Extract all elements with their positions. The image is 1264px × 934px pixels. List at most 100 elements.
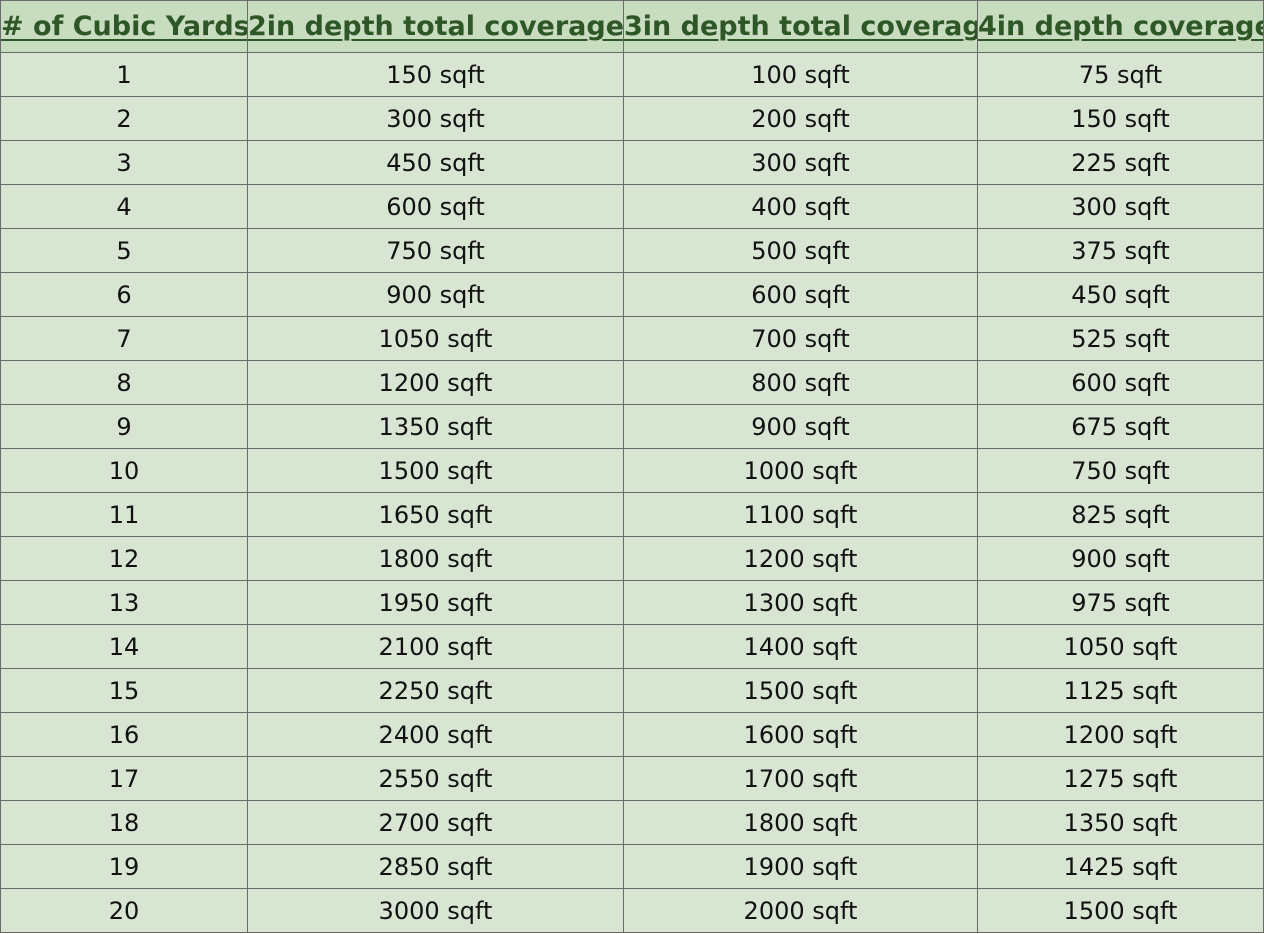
table-row: 17 2550 sqft 1700 sqft 1275 sqft — [0, 756, 1264, 801]
coverage-cell-2in-depth-total-coverage: 2250 sqft — [247, 668, 624, 713]
coverage-cell-4in-depth-coverage: 1275 sqft — [977, 756, 1264, 801]
coverage-cell-3in-depth-total-coverage: 1900 sqft — [623, 844, 978, 889]
coverage-cell-2in-depth-total-coverage: 1950 sqft — [247, 580, 624, 625]
coverage-cell-4in-depth-coverage: 1050 sqft — [977, 624, 1264, 669]
cubic-yards-cell: 5 — [0, 228, 248, 273]
coverage-cell-4in-depth-coverage: 825 sqft — [977, 492, 1264, 537]
cubic-yards-cell: 13 — [0, 580, 248, 625]
cubic-yards-cell: 1 — [0, 52, 248, 97]
coverage-cell-2in-depth-total-coverage: 150 sqft — [247, 52, 624, 97]
cubic-yards-cell: 9 — [0, 404, 248, 449]
coverage-cell-2in-depth-total-coverage: 1200 sqft — [247, 360, 624, 405]
cubic-yards-cell: 19 — [0, 844, 248, 889]
coverage-cell-4in-depth-coverage: 1200 sqft — [977, 712, 1264, 757]
table-row: 2 300 sqft 200 sqft 150 sqft — [0, 96, 1264, 141]
coverage-cell-3in-depth-total-coverage: 2000 sqft — [623, 888, 978, 933]
coverage-cell-4in-depth-coverage: 1425 sqft — [977, 844, 1264, 889]
coverage-cell-4in-depth-coverage: 225 sqft — [977, 140, 1264, 185]
coverage-cell-4in-depth-coverage: 750 sqft — [977, 448, 1264, 493]
table-row: 8 1200 sqft 800 sqft 600 sqft — [0, 360, 1264, 405]
coverage-cell-3in-depth-total-coverage: 800 sqft — [623, 360, 978, 405]
cubic-yards-cell: 18 — [0, 800, 248, 845]
coverage-cell-3in-depth-total-coverage: 200 sqft — [623, 96, 978, 141]
coverage-cell-2in-depth-total-coverage: 1650 sqft — [247, 492, 624, 537]
header-row: # of Cubic Yards 2in depth total coverage… — [0, 0, 1264, 53]
coverage-cell-4in-depth-coverage: 675 sqft — [977, 404, 1264, 449]
table-row: 10 1500 sqft 1000 sqft 750 sqft — [0, 448, 1264, 493]
column-header-2in-depth-total-coverage: 2in depth total coverage — [247, 0, 624, 53]
table-row: 13 1950 sqft 1300 sqft 975 sqft — [0, 580, 1264, 625]
coverage-cell-3in-depth-total-coverage: 100 sqft — [623, 52, 978, 97]
coverage-table: # of Cubic Yards 2in depth total coverage… — [0, 0, 1264, 933]
table-row: 16 2400 sqft 1600 sqft 1200 sqft — [0, 712, 1264, 757]
coverage-cell-3in-depth-total-coverage: 1300 sqft — [623, 580, 978, 625]
coverage-cell-4in-depth-coverage: 525 sqft — [977, 316, 1264, 361]
coverage-cell-4in-depth-coverage: 1125 sqft — [977, 668, 1264, 713]
coverage-cell-4in-depth-coverage: 1350 sqft — [977, 800, 1264, 845]
column-header-4in-depth-coverage: 4in depth coverage — [977, 0, 1264, 53]
coverage-cell-3in-depth-total-coverage: 400 sqft — [623, 184, 978, 229]
cubic-yards-cell: 16 — [0, 712, 248, 757]
cubic-yards-cell: 12 — [0, 536, 248, 581]
table-row: 5 750 sqft 500 sqft 375 sqft — [0, 228, 1264, 273]
coverage-cell-3in-depth-total-coverage: 600 sqft — [623, 272, 978, 317]
coverage-cell-2in-depth-total-coverage: 2850 sqft — [247, 844, 624, 889]
coverage-cell-3in-depth-total-coverage: 1100 sqft — [623, 492, 978, 537]
coverage-cell-4in-depth-coverage: 450 sqft — [977, 272, 1264, 317]
coverage-cell-2in-depth-total-coverage: 1800 sqft — [247, 536, 624, 581]
table-row: 18 2700 sqft 1800 sqft 1350 sqft — [0, 800, 1264, 845]
coverage-cell-4in-depth-coverage: 600 sqft — [977, 360, 1264, 405]
coverage-cell-4in-depth-coverage: 300 sqft — [977, 184, 1264, 229]
table-row: 12 1800 sqft 1200 sqft 900 sqft — [0, 536, 1264, 581]
coverage-cell-2in-depth-total-coverage: 2550 sqft — [247, 756, 624, 801]
table-row: 1 150 sqft 100 sqft 75 sqft — [0, 52, 1264, 97]
coverage-cell-4in-depth-coverage: 75 sqft — [977, 52, 1264, 97]
coverage-cell-4in-depth-coverage: 900 sqft — [977, 536, 1264, 581]
coverage-cell-2in-depth-total-coverage: 2100 sqft — [247, 624, 624, 669]
cubic-yards-cell: 10 — [0, 448, 248, 493]
cubic-yards-cell: 15 — [0, 668, 248, 713]
cubic-yards-cell: 14 — [0, 624, 248, 669]
coverage-cell-3in-depth-total-coverage: 1800 sqft — [623, 800, 978, 845]
coverage-cell-4in-depth-coverage: 375 sqft — [977, 228, 1264, 273]
table-row: 3 450 sqft 300 sqft 225 sqft — [0, 140, 1264, 185]
table-row: 15 2250 sqft 1500 sqft 1125 sqft — [0, 668, 1264, 713]
coverage-cell-2in-depth-total-coverage: 1050 sqft — [247, 316, 624, 361]
coverage-cell-3in-depth-total-coverage: 300 sqft — [623, 140, 978, 185]
coverage-cell-4in-depth-coverage: 150 sqft — [977, 96, 1264, 141]
coverage-cell-2in-depth-total-coverage: 1350 sqft — [247, 404, 624, 449]
coverage-cell-3in-depth-total-coverage: 1400 sqft — [623, 624, 978, 669]
coverage-cell-2in-depth-total-coverage: 300 sqft — [247, 96, 624, 141]
coverage-cell-3in-depth-total-coverage: 1000 sqft — [623, 448, 978, 493]
coverage-cell-3in-depth-total-coverage: 1500 sqft — [623, 668, 978, 713]
table-row: 14 2100 sqft 1400 sqft 1050 sqft — [0, 624, 1264, 669]
coverage-cell-3in-depth-total-coverage: 1200 sqft — [623, 536, 978, 581]
coverage-cell-2in-depth-total-coverage: 2700 sqft — [247, 800, 624, 845]
table-header: # of Cubic Yards 2in depth total coverage… — [0, 0, 1264, 53]
coverage-cell-4in-depth-coverage: 975 sqft — [977, 580, 1264, 625]
coverage-cell-3in-depth-total-coverage: 1700 sqft — [623, 756, 978, 801]
table-row: 9 1350 sqft 900 sqft 675 sqft — [0, 404, 1264, 449]
cubic-yards-cell: 20 — [0, 888, 248, 933]
coverage-cell-3in-depth-total-coverage: 900 sqft — [623, 404, 978, 449]
table-row: 7 1050 sqft 700 sqft 525 sqft — [0, 316, 1264, 361]
coverage-cell-3in-depth-total-coverage: 500 sqft — [623, 228, 978, 273]
cubic-yards-cell: 11 — [0, 492, 248, 537]
coverage-cell-4in-depth-coverage: 1500 sqft — [977, 888, 1264, 933]
table-row: 4 600 sqft 400 sqft 300 sqft — [0, 184, 1264, 229]
coverage-cell-2in-depth-total-coverage: 2400 sqft — [247, 712, 624, 757]
coverage-cell-2in-depth-total-coverage: 1500 sqft — [247, 448, 624, 493]
table-row: 20 3000 sqft 2000 sqft 1500 sqft — [0, 888, 1264, 933]
cubic-yards-cell: 8 — [0, 360, 248, 405]
coverage-cell-3in-depth-total-coverage: 1600 sqft — [623, 712, 978, 757]
cubic-yards-cell: 4 — [0, 184, 248, 229]
table-row: 19 2850 sqft 1900 sqft 1425 sqft — [0, 844, 1264, 889]
coverage-cell-3in-depth-total-coverage: 700 sqft — [623, 316, 978, 361]
coverage-cell-2in-depth-total-coverage: 900 sqft — [247, 272, 624, 317]
table-row: 11 1650 sqft 1100 sqft 825 sqft — [0, 492, 1264, 537]
coverage-cell-2in-depth-total-coverage: 450 sqft — [247, 140, 624, 185]
cubic-yards-cell: 7 — [0, 316, 248, 361]
coverage-cell-2in-depth-total-coverage: 3000 sqft — [247, 888, 624, 933]
coverage-cell-2in-depth-total-coverage: 600 sqft — [247, 184, 624, 229]
cubic-yards-cell: 3 — [0, 140, 248, 185]
